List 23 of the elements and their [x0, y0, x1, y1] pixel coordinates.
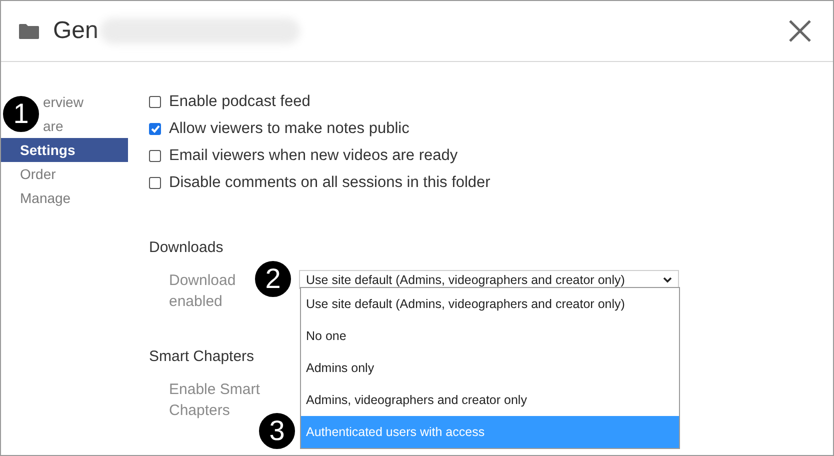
field-label: Download enabled — [169, 271, 237, 312]
folder-icon — [19, 23, 39, 39]
chevron-icon — [663, 276, 672, 282]
sidebar-item[interactable]: Settings — [1, 138, 128, 162]
checkbox[interactable] — [149, 96, 161, 108]
callout-badge: 3 — [257, 411, 297, 451]
checkbox-option[interactable]: Email viewers when new videos are ready — [149, 142, 679, 169]
sidebar-item[interactable]: Manage — [20, 186, 71, 210]
checkbox-option[interactable]: Disable comments on all sessions in this folder — [149, 169, 679, 196]
checkbox-option[interactable]: Allow viewers to make notes public — [149, 115, 679, 142]
close-icon[interactable] — [789, 20, 811, 42]
sidebar-item[interactable]: are — [43, 114, 64, 138]
checkbox-option[interactable]: Enable podcast feed — [149, 88, 679, 115]
dialog-title: Gen — [53, 17, 98, 45]
sidebar-item[interactable]: Order — [20, 162, 56, 186]
callout-badge: 2 — [253, 259, 293, 299]
section-heading: Downloads — [149, 239, 224, 256]
checkbox[interactable] — [149, 176, 161, 188]
checkbox[interactable] — [149, 122, 161, 134]
section-heading: Smart Chapters — [149, 348, 256, 365]
checkbox[interactable] — [149, 150, 161, 162]
sidebar-item[interactable]: erview — [43, 90, 84, 114]
callout-badge: 1 — [1, 94, 41, 134]
